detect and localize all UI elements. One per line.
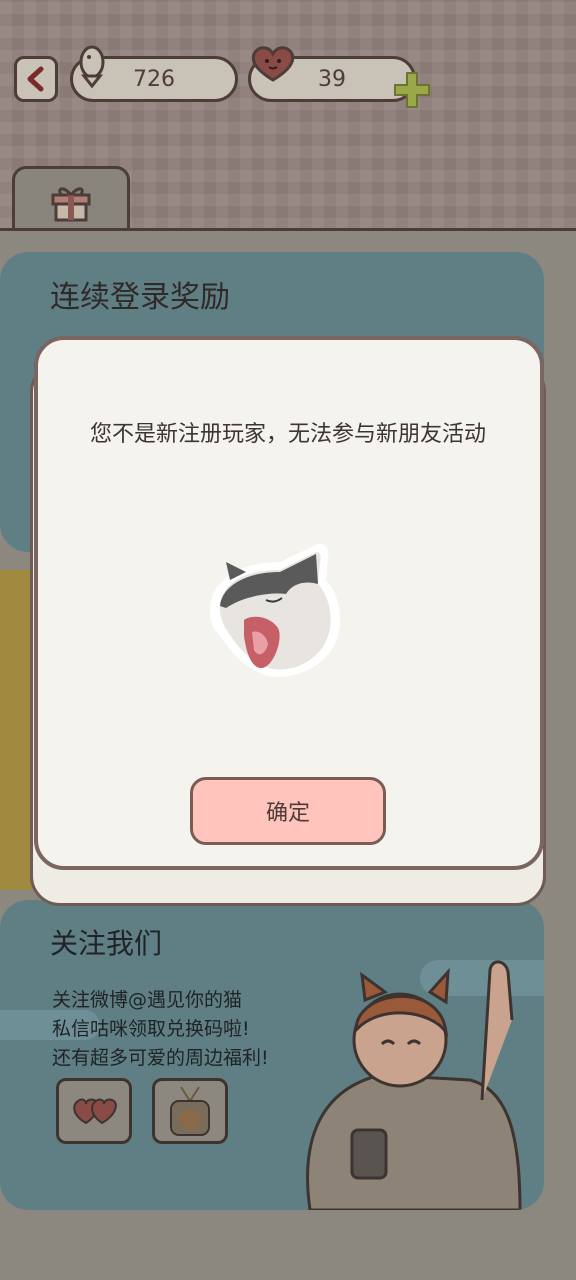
yawning-cat-image bbox=[210, 543, 341, 678]
confirm-button[interactable]: 确定 bbox=[190, 777, 386, 845]
dialog-message: 您不是新注册玩家，无法参与新朋友活动 bbox=[89, 422, 486, 447]
